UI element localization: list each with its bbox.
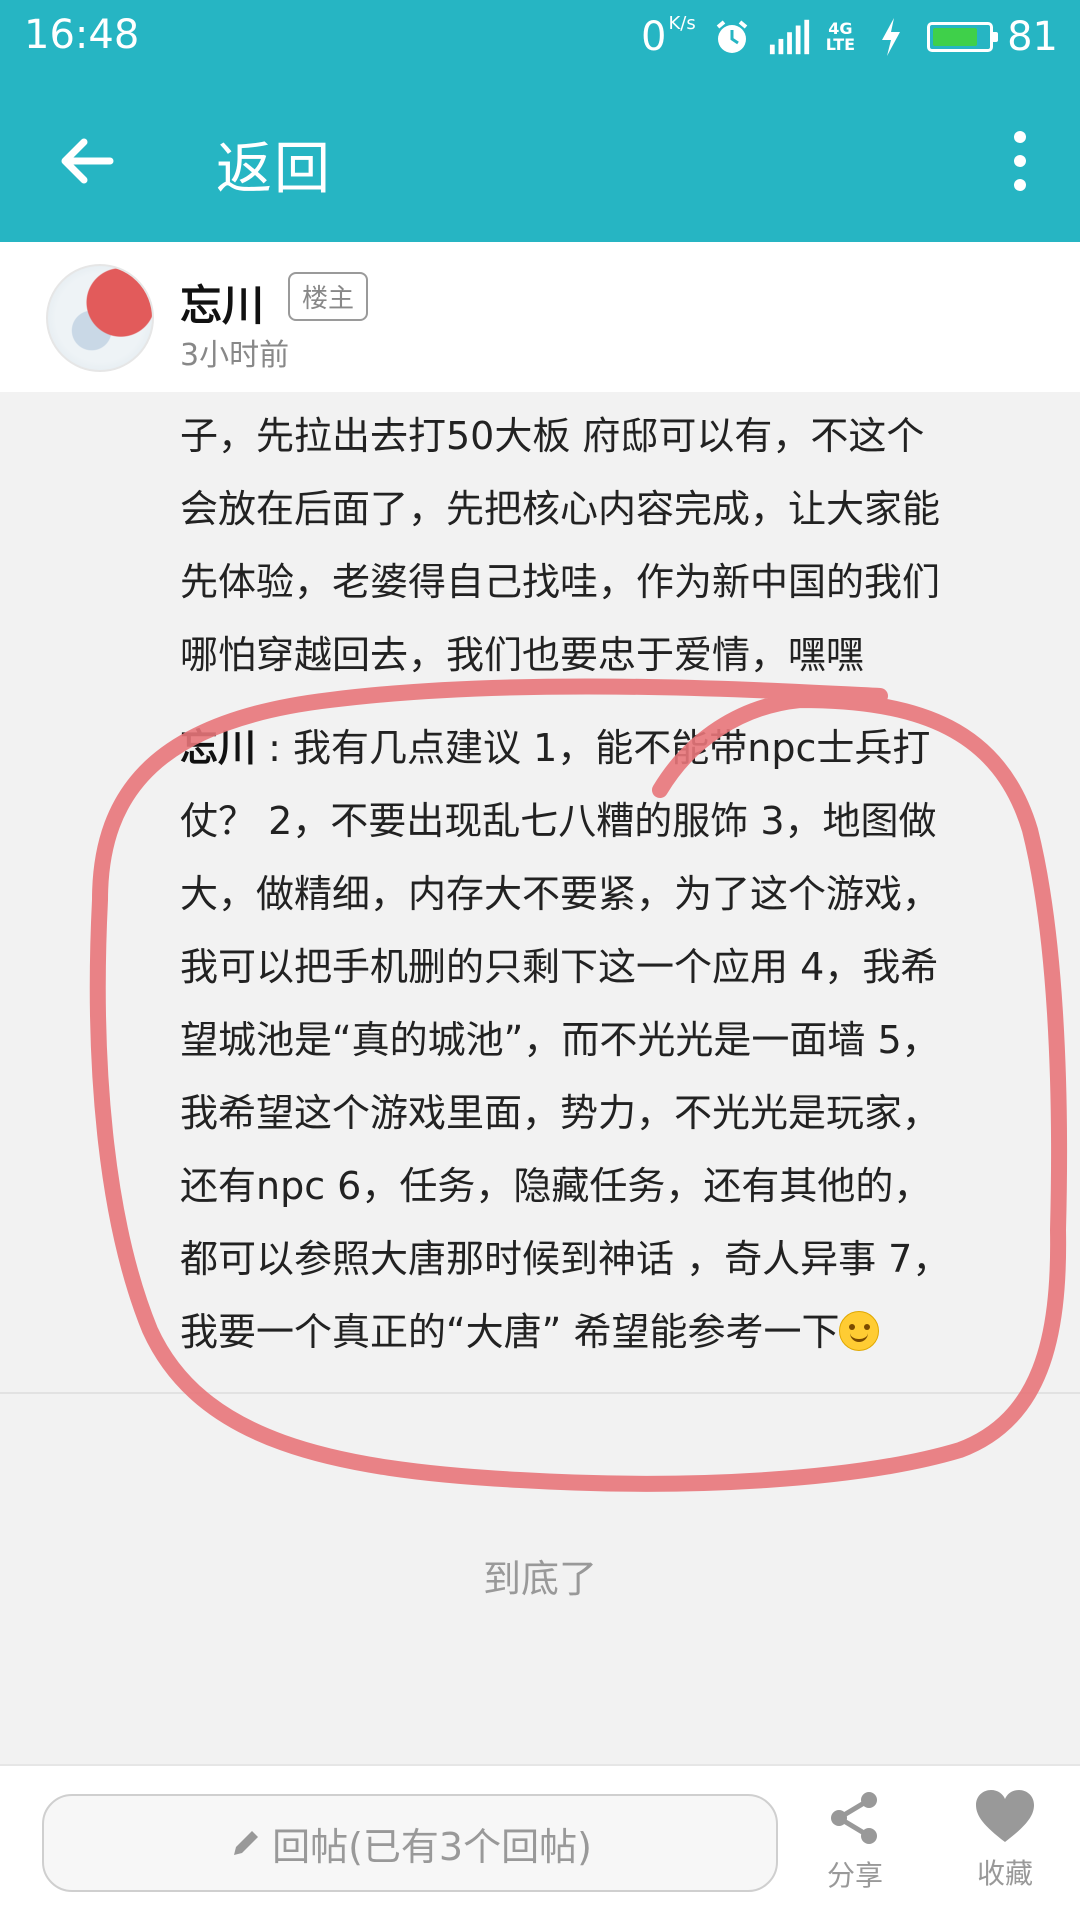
network-speed-unit: K/s xyxy=(668,13,696,34)
battery-icon xyxy=(927,22,999,52)
reply-line: 大，做精细，内存大不要紧，为了这个游戏， xyxy=(180,872,941,916)
network-type: 4G LTE xyxy=(826,21,855,53)
favorite-label: 收藏 xyxy=(976,1857,1033,1890)
battery-percent: 81 xyxy=(1007,14,1058,60)
content-divider xyxy=(0,1392,1080,1394)
heart-icon xyxy=(976,1790,1034,1842)
network-type-sub: LTE xyxy=(825,35,856,54)
more-menu-button[interactable] xyxy=(1000,131,1040,191)
reply-line: 我要一个真正的“大唐” 希望能参考一下 xyxy=(180,1310,840,1354)
post-line: 子，先拉出去打50大板 府邸可以有，不这个 xyxy=(180,414,925,458)
post-author-header: 忘川 楼主 3小时前 xyxy=(0,242,1080,392)
more-dot-icon xyxy=(1014,179,1026,191)
reply-line: 我有几点建议 1，能不能带npc士兵打 xyxy=(292,726,931,770)
charging-icon xyxy=(869,15,913,59)
share-button[interactable]: 分享 xyxy=(800,1788,910,1894)
back-button[interactable] xyxy=(52,126,122,196)
post-line: 哪怕穿越回去，我们也要忠于爱情，嘿嘿 xyxy=(180,633,865,677)
reply-line: 我可以把手机删的只剩下这一个应用 4，我希 xyxy=(180,945,939,989)
quoted-reply: 忘川 : 我有几点建议 1，能不能带npc士兵打 仗？ 2，不要出现乱七八糟的服… xyxy=(180,712,1040,1369)
alarm-icon xyxy=(710,15,754,59)
reply-line: 望城池是“真的城池”，而不光光是一面墙 5， xyxy=(180,1018,940,1062)
signal-icon xyxy=(768,15,812,59)
reply-line: 仗？ 2，不要出现乱七八糟的服饰 3，地图做 xyxy=(180,799,937,843)
end-of-thread-text: 到底了 xyxy=(482,1557,597,1601)
arrow-left-icon xyxy=(61,138,114,184)
page-title[interactable]: 返回 xyxy=(216,124,332,205)
status-icons: 0 K/s 4G LTE 81 xyxy=(641,12,1058,62)
more-dot-icon xyxy=(1014,155,1026,167)
reply-line: 还有npc 6，任务，隐藏任务，还有其他的， xyxy=(180,1164,932,1208)
reply-author-name[interactable]: 忘川 xyxy=(180,726,256,770)
bottom-action-bar: 回帖(已有3个回帖) 分享 收藏 xyxy=(0,1764,1080,1922)
status-bar: 16:48 0 K/s 4G LTE 81 xyxy=(0,0,1080,76)
reply-input-label: 回帖(已有3个回帖) xyxy=(272,1824,592,1869)
status-time: 16:48 xyxy=(24,12,140,58)
post-body: 子，先拉出去打50大板 府邸可以有，不这个 会放在后面了，先把核心内容完成，让大… xyxy=(180,400,1040,692)
smile-emoji-icon xyxy=(839,1311,880,1351)
pencil-icon xyxy=(234,1831,259,1855)
post-line: 先体验，老婆得自己找哇，作为新中国的我们 xyxy=(180,560,941,604)
reply-separator: : xyxy=(256,726,293,770)
favorite-button[interactable]: 收藏 xyxy=(950,1788,1060,1892)
avatar[interactable] xyxy=(46,264,154,372)
op-badge: 楼主 xyxy=(288,272,369,321)
more-dot-icon xyxy=(1014,131,1026,143)
network-speed-value: 0 xyxy=(641,14,667,60)
author-name[interactable]: 忘川 xyxy=(180,272,264,333)
reply-input-button[interactable]: 回帖(已有3个回帖) xyxy=(42,1794,778,1892)
reply-line: 都可以参照大唐那时候到神话 ，奇人异事 7， xyxy=(180,1237,951,1281)
post-time: 3小时前 xyxy=(180,338,290,373)
share-icon xyxy=(831,1792,877,1844)
share-label: 分享 xyxy=(826,1859,883,1892)
app-bar: 返回 xyxy=(0,76,1080,242)
post-content: 子，先拉出去打50大板 府邸可以有，不这个 会放在后面了，先把核心内容完成，让大… xyxy=(0,392,1080,1392)
reply-line: 我希望这个游戏里面，势力，不光光是玩家， xyxy=(180,1091,941,1135)
network-speed: 0 K/s xyxy=(641,13,696,61)
post-line: 会放在后面了，先把核心内容完成，让大家能 xyxy=(180,487,941,531)
battery-fill xyxy=(933,28,977,46)
